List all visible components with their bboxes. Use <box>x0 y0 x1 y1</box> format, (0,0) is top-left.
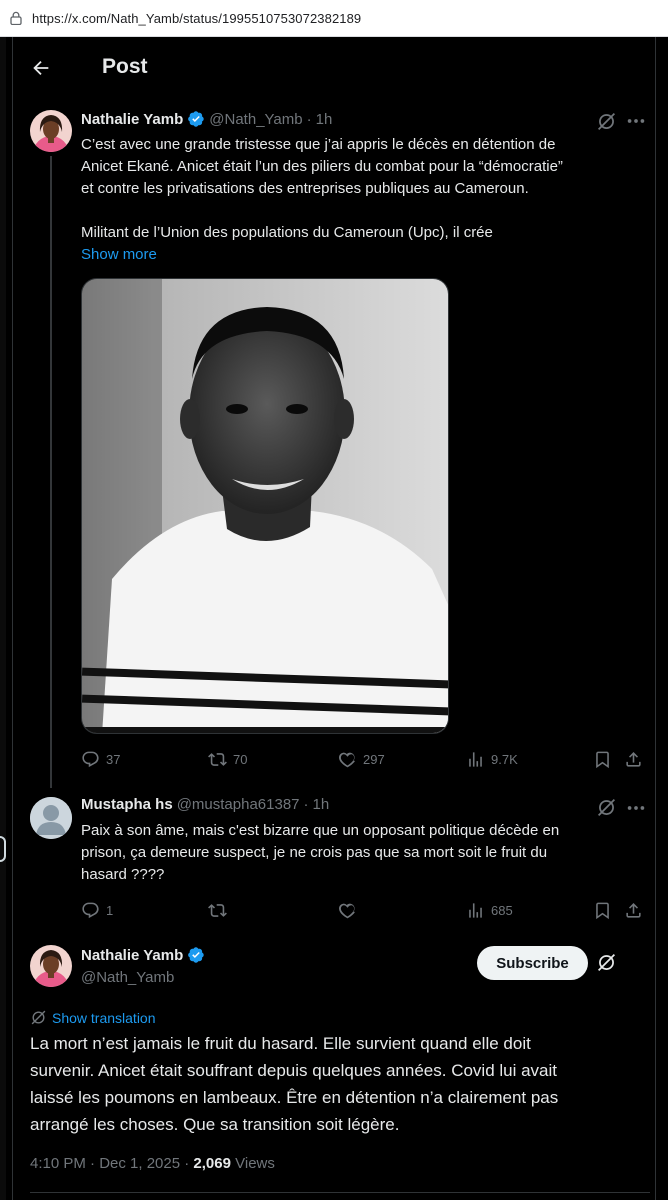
post-meta: 4:10 PM · Dec 1, 2025 · 2,069 Views <box>30 1155 275 1172</box>
page-title: Post <box>102 55 148 78</box>
url-text[interactable]: https://x.com/Nath_Yamb/status/199551075… <box>32 11 361 26</box>
post-text-line: survenir. Anicet était souffrant depuis … <box>30 1061 558 1080</box>
reply-count: 1 <box>106 903 114 918</box>
reply-icon <box>82 751 99 768</box>
views-icon <box>469 752 482 767</box>
views-icon <box>469 903 482 918</box>
grok-icon[interactable] <box>596 111 617 132</box>
show-translation-row[interactable]: Show translation <box>30 1009 156 1026</box>
translate-icon <box>31 1010 46 1025</box>
like-count: 297 <box>363 752 385 767</box>
left-gutter <box>0 37 6 1200</box>
post-text: C’est avec une grande tristesse que j’ai… <box>81 134 651 266</box>
thread-line <box>50 156 52 788</box>
reply-text: Paix à son âme, mais c'est bizarre que u… <box>81 820 651 886</box>
like-icon <box>338 903 356 919</box>
post-text-line: C’est avec une grande tristesse que j’ai… <box>81 136 556 153</box>
author-handle[interactable]: @mustapha61387 <box>177 796 300 813</box>
repost-count: 70 <box>233 752 248 767</box>
back-arrow-icon[interactable] <box>30 57 52 79</box>
dot-separator: · <box>306 110 312 128</box>
repost-button[interactable] <box>208 901 233 920</box>
subscribe-button[interactable]: Subscribe <box>477 946 588 980</box>
grok-icon[interactable] <box>596 952 617 973</box>
author-handle[interactable]: @Nath_Yamb <box>81 969 174 986</box>
views-button[interactable]: 685 <box>466 901 513 920</box>
reply-count: 37 <box>106 752 121 767</box>
main-post-text: La mort n’est jamais le fruit du hasard.… <box>30 1030 650 1138</box>
repost-icon <box>208 904 227 917</box>
post-text-line: Militant de l’Union des populations du C… <box>81 224 493 241</box>
reply-author-row: Mustapha hs @mustapha61387 · 1h <box>81 796 329 813</box>
post-photo[interactable] <box>81 278 449 734</box>
views-count: 2,069 <box>193 1155 231 1172</box>
avatar[interactable] <box>30 945 72 987</box>
repost-button[interactable]: 70 <box>208 750 247 769</box>
post-timestamp[interactable]: 4:10 PM · Dec 1, 2025 · <box>30 1155 193 1172</box>
avatar[interactable] <box>30 797 72 839</box>
verified-badge-icon <box>188 111 204 127</box>
reply-text-line: prison, ça demeure suspect, je ne crois … <box>81 844 548 861</box>
share-icon[interactable] <box>624 750 643 769</box>
post-text-line: Anicet Ekané. Anicet était l’un des pili… <box>81 158 563 175</box>
post-text-line: et contre les privatisations des entrepr… <box>81 180 529 197</box>
grok-icon[interactable] <box>596 797 617 818</box>
repost-icon <box>208 753 227 766</box>
post-text-line: arrangé les choses. Que sa transition so… <box>30 1115 400 1134</box>
views-label: Views <box>230 1155 275 1172</box>
bookmark-icon[interactable] <box>593 901 612 920</box>
show-more-link[interactable]: Show more <box>81 244 651 266</box>
main-author-row: Nathalie Yamb <box>81 946 205 964</box>
post-time[interactable]: 1h <box>316 111 333 128</box>
reply-button[interactable]: 1 <box>81 901 113 920</box>
more-icon[interactable] <box>625 110 647 132</box>
reply-text-line: Paix à son âme, mais c'est bizarre que u… <box>81 822 560 839</box>
share-icon[interactable] <box>624 901 643 920</box>
sidebar-toggle-edge[interactable] <box>0 836 6 862</box>
verified-badge-icon <box>188 947 204 963</box>
dot-separator: · <box>303 796 309 813</box>
author-name[interactable]: Nathalie Yamb <box>81 947 183 964</box>
post-author-row: Nathalie Yamb @Nath_Yamb · 1h <box>81 110 332 128</box>
browser-address-bar[interactable]: https://x.com/Nath_Yamb/status/199551075… <box>0 0 668 37</box>
author-name[interactable]: Mustapha hs <box>81 796 173 813</box>
reply-button[interactable]: 37 <box>81 750 120 769</box>
post-header: Post <box>12 37 656 99</box>
post-text-line: laissé les poumons en lambeaux. Être en … <box>30 1088 559 1107</box>
view-count: 9.7K <box>491 752 518 767</box>
author-name[interactable]: Nathalie Yamb <box>81 111 183 128</box>
lock-icon <box>10 11 22 25</box>
avatar[interactable] <box>30 110 72 152</box>
like-icon <box>338 752 356 768</box>
author-handle[interactable]: @Nath_Yamb <box>209 111 302 128</box>
views-button[interactable]: 9.7K <box>466 750 518 769</box>
bookmark-icon[interactable] <box>593 750 612 769</box>
reply-text-line: hasard ???? <box>81 866 165 883</box>
post-time[interactable]: 1h <box>313 796 330 813</box>
show-translation-link[interactable]: Show translation <box>52 1010 156 1026</box>
more-icon[interactable] <box>625 797 647 819</box>
view-count: 685 <box>491 903 513 918</box>
like-button[interactable]: 297 <box>338 750 385 769</box>
reply-icon <box>82 902 99 919</box>
divider <box>30 1192 650 1193</box>
post-text-line: La mort n’est jamais le fruit du hasard.… <box>30 1034 531 1053</box>
like-button[interactable] <box>338 901 363 920</box>
